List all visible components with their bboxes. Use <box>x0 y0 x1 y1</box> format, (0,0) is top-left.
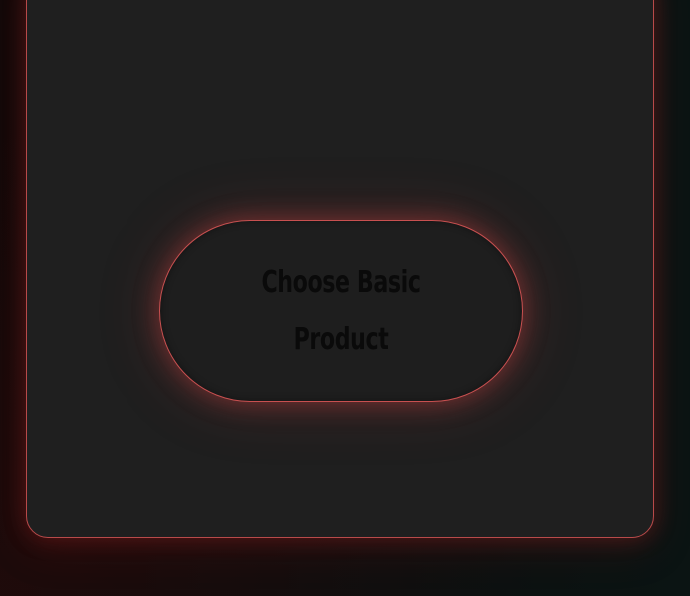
choose-basic-product-button[interactable]: Choose Basic Product <box>159 220 523 402</box>
choose-basic-product-label: Choose Basic Product <box>261 265 421 357</box>
